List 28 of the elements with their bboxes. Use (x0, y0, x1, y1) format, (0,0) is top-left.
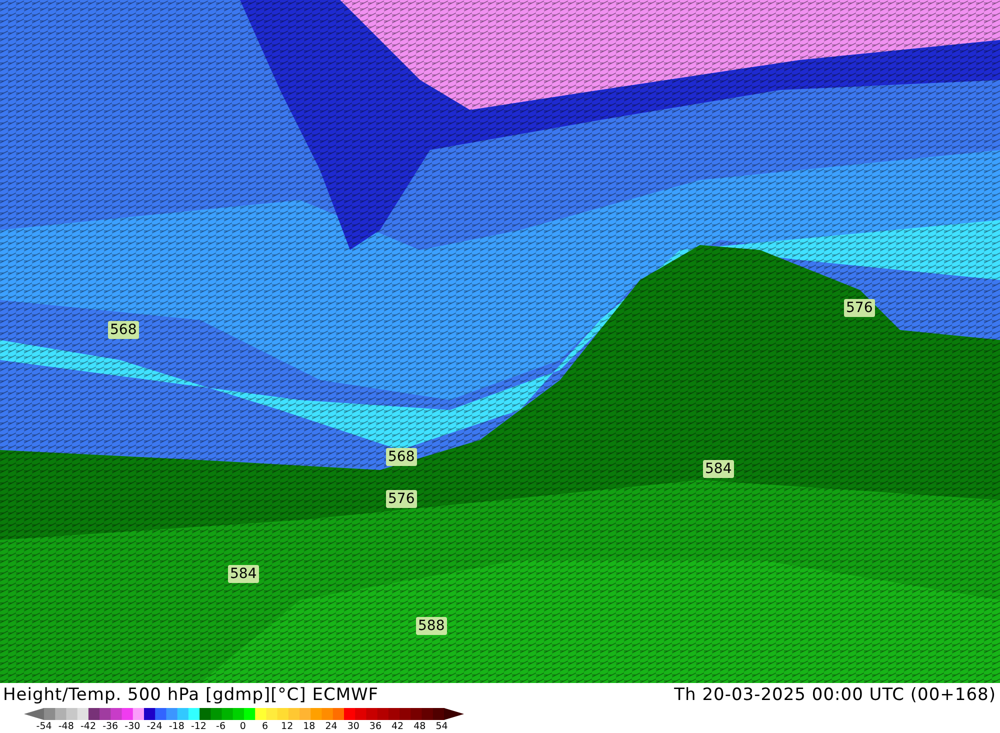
colorbar-tick-label: 24 (324, 721, 338, 732)
contour-label: 568 (386, 448, 417, 466)
colorbar-tick-label: 36 (368, 721, 382, 732)
colorbar-tick-label: 42 (390, 721, 405, 732)
contour-label: 588 (416, 617, 447, 635)
contour-label: 576 (386, 490, 417, 508)
colorbar-tick-label: -30 (124, 721, 142, 732)
contour-label: 584 (228, 565, 259, 583)
colorbar-tick-label: -42 (79, 721, 97, 732)
valid-time: Th 20-03-2025 00:00 UTC (00+168) (674, 685, 996, 705)
colorbar-tick-label: 30 (346, 721, 360, 732)
colorbar-tick-label: -18 (168, 721, 186, 732)
colorbar-tick-label: 48 (412, 721, 427, 732)
colorbar-tick-label: 0 (238, 721, 247, 732)
colorbar-tick-label: -54 (35, 721, 53, 732)
colorbar-tick-label: -12 (190, 721, 208, 732)
contour-label: 576 (844, 299, 875, 317)
colorbar-tick-label: -24 (146, 721, 164, 732)
colorbar-tick-label: 12 (280, 721, 294, 732)
colorbar-tick-label: -48 (57, 721, 75, 732)
colorbar-tick-label: -36 (102, 721, 120, 732)
contour-label: 584 (703, 460, 734, 478)
contour-label: 568 (108, 321, 139, 339)
colorbar-tick-label: 6 (260, 721, 269, 732)
chart-title: Height/Temp. 500 hPa [gdmp][°C] ECMWF (3, 685, 379, 705)
colorbar-tick-label: 54 (434, 721, 449, 732)
colorbar-tick-label: 18 (302, 721, 316, 732)
colorbar-tick-label: -6 (215, 721, 227, 732)
